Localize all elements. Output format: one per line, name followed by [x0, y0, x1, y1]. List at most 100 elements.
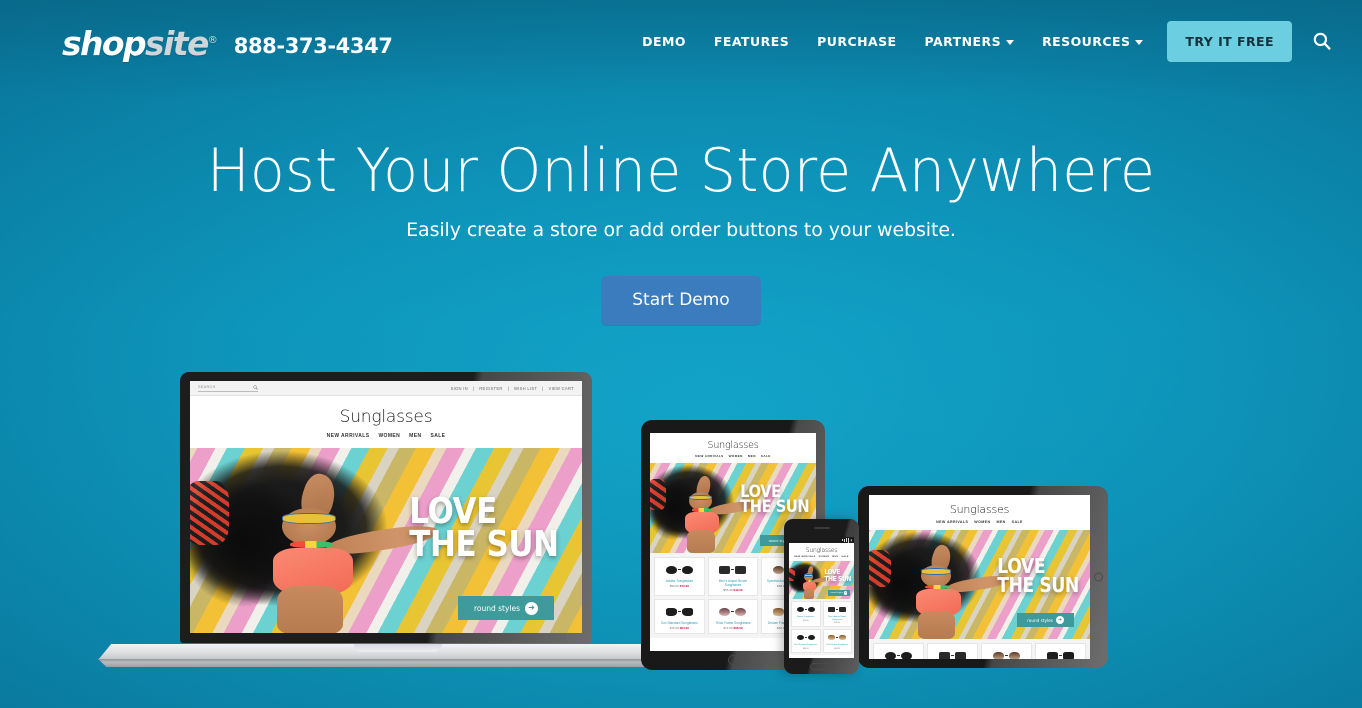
phone-number[interactable]: 888-373-4347 — [234, 34, 393, 58]
try-it-free-button[interactable]: TRY IT FREE — [1167, 20, 1292, 62]
nav-item-partners[interactable]: PARTNERS — [911, 24, 1029, 59]
store-navigation: NEW ARRIVALS WOMEN MEN SALE — [869, 520, 1090, 524]
home-button[interactable] — [1094, 572, 1103, 582]
banner-headline: LOVE THE SUN — [740, 483, 809, 516]
product-name: Aviator Sunglasses — [665, 579, 693, 583]
store-nav-women[interactable]: WOMEN — [974, 520, 990, 524]
battery-icon: ▮ — [850, 538, 852, 542]
nav-item-features[interactable]: FEATURES — [700, 24, 803, 59]
store-link-viewcart[interactable]: VIEW CART — [549, 386, 574, 391]
store-header: Sunglasses NEW ARRIVALS WOMEN MEN SALE — [869, 495, 1090, 530]
product-card[interactable]: Men's Airport Brown Sunglasses $55.00 $4… — [707, 557, 759, 596]
store-nav-new-arrivals[interactable]: NEW ARRIVALS — [794, 556, 815, 558]
store-preview-phone: Sunglasses NEW ARRIVALS WOMEN MEN SALE L… — [789, 543, 854, 658]
nav-label: FEATURES — [713, 33, 790, 49]
store-banner[interactable]: LOVE THE SUN round styles ➜ — [869, 530, 1090, 639]
product-name: Thick Frame Sunglasses — [826, 644, 849, 646]
product-card[interactable]: Men's Airport Brown Sunglasses — [927, 643, 978, 659]
product-price: $64.99 — [793, 648, 819, 650]
product-name: Men's Airport Brown Sunglasses — [718, 579, 748, 587]
nav-item-purchase[interactable]: PURCHASE — [803, 24, 910, 59]
store-search-placeholder: SEARCH — [198, 385, 216, 389]
store-nav-women[interactable]: WOMEN — [819, 556, 830, 558]
store-link-signin[interactable]: SIGN IN — [451, 386, 468, 391]
product-sale-price: $64.99 — [679, 626, 689, 630]
banner-cta-button[interactable]: round styles ➜ — [458, 596, 554, 620]
banner-headline: LOVE THE SUN — [997, 556, 1079, 595]
laptop-screen: SEARCH SIGN IN | REGISTER | WISH LIST | … — [190, 381, 582, 633]
store-nav-sale[interactable]: SALE — [761, 454, 771, 458]
sunglasses-icon — [1038, 648, 1083, 659]
logo[interactable]: shopsite® 888-373-4347 — [62, 25, 393, 60]
store-nav-men[interactable]: MEN — [832, 556, 838, 558]
banner-cta-label: round styles — [1027, 617, 1053, 623]
logo-shop: shop — [62, 23, 147, 63]
start-demo-button[interactable]: Start Demo — [601, 276, 761, 325]
store-navigation: NEW ARRIVALS WOMEN MEN SALE — [190, 433, 582, 439]
product-card[interactable]: Sun Standard Sunglasses $76.00 $64.99 — [654, 599, 705, 634]
arrow-right-icon: ➜ — [843, 590, 848, 595]
tablet-landscape-screen: Sunglasses NEW ARRIVALS WOMEN MEN SALE L… — [869, 495, 1090, 659]
product-sale-price: $68.99 — [834, 647, 841, 650]
store-nav-men[interactable]: MEN — [748, 454, 756, 458]
product-name: Men's Airport Brown Sunglasses — [828, 616, 847, 621]
banner-cta-button[interactable]: round styles ➜ — [1017, 613, 1074, 627]
product-price: $68.99 — [825, 648, 851, 650]
nav-label: PURCHASE — [817, 33, 897, 49]
store-header: Sunglasses NEW ARRIVALS WOMEN MEN SALE — [789, 543, 854, 561]
product-sale-price: $64.99 — [802, 647, 809, 650]
banner-cta-label: round styles — [473, 603, 521, 613]
product-card[interactable]: Thick Frame Sunglasses $68.99 — [822, 629, 852, 653]
product-old-price: $90.00 — [669, 584, 679, 588]
product-card[interactable]: Men's Airport Brown Sunglasses $49.99 — [822, 601, 852, 627]
store-banner[interactable]: LOVE THE SUN round styles ➜ — [789, 561, 854, 599]
home-button[interactable] — [728, 655, 738, 665]
page-title: Host Your Online Store Anywhere — [206, 136, 1156, 206]
product-price: $76.00 $64.99 — [657, 626, 702, 630]
store-title: Sunglasses — [805, 547, 838, 554]
product-card[interactable]: Thick Frame Sunglasses $74.00 $68.99 — [707, 599, 759, 634]
banner-cta-button[interactable]: round styles ➜ — [828, 590, 850, 596]
store-nav-new-arrivals[interactable]: NEW ARRIVALS — [695, 454, 723, 458]
main-navigation: DEMO FEATURES PURCHASE PARTNERS RESOURCE… — [628, 20, 1342, 62]
store-nav-new-arrivals[interactable]: NEW ARRIVALS — [327, 433, 370, 439]
laptop-base — [98, 644, 698, 668]
product-price: $90.00 $79.99 — [657, 584, 702, 588]
sunglasses-icon — [825, 632, 851, 642]
store-nav-men[interactable]: MEN — [409, 433, 421, 439]
logo-site: site — [145, 23, 209, 63]
store-nav-sale[interactable]: SALE — [1012, 520, 1023, 524]
product-card[interactable]: Sun Standard Sunglasses $64.99 — [791, 629, 821, 653]
product-card[interactable]: Aviator Sunglasses $90.00 $79.99 — [654, 557, 705, 596]
nav-item-demo[interactable]: DEMO — [628, 24, 700, 59]
sunglasses-icon — [711, 562, 756, 577]
store-preview-laptop: SEARCH SIGN IN | REGISTER | WISH LIST | … — [190, 381, 582, 633]
banner-headline: LOVE THE SUN — [409, 493, 559, 562]
product-card[interactable]: Aviator Sunglasses — [873, 643, 924, 659]
product-card[interactable]: Aviator Sunglasses $79.99 — [791, 601, 821, 627]
nav-item-resources[interactable]: RESOURCES — [1028, 24, 1157, 59]
product-price: $79.99 — [793, 620, 819, 622]
product-old-price: $76.00 — [669, 626, 679, 630]
store-link-sep: | — [507, 385, 509, 391]
store-nav-new-arrivals[interactable]: NEW ARRIVALS — [936, 520, 968, 524]
laptop-foot — [98, 659, 698, 667]
home-button[interactable] — [809, 663, 834, 670]
sunglasses-icon — [657, 604, 702, 619]
laptop-notch — [354, 644, 442, 652]
store-link-register[interactable]: REGISTER — [479, 386, 502, 391]
product-grid: Aviator Sunglasses $79.99 Men's Airport … — [789, 599, 854, 655]
search-button[interactable] — [1308, 27, 1336, 55]
store-nav-men[interactable]: MEN — [996, 520, 1005, 524]
sunglasses-icon — [657, 562, 702, 577]
store-nav-sale[interactable]: SALE — [841, 556, 848, 558]
store-link-wishlist[interactable]: WISH LIST — [514, 386, 537, 391]
store-nav-sale[interactable]: SALE — [430, 433, 445, 439]
product-card[interactable]: Spectral Aviator Sunglasses — [981, 643, 1032, 659]
store-nav-women[interactable]: WOMEN — [729, 454, 743, 458]
banner-cta-label: round styles — [830, 592, 843, 594]
store-nav-women[interactable]: WOMEN — [378, 433, 400, 439]
store-banner[interactable]: LOVE THE SUN round styles ➜ — [190, 448, 582, 633]
product-card[interactable]: Sun Standard Sunglasses — [1035, 643, 1086, 659]
store-search-input[interactable]: SEARCH — [198, 384, 258, 392]
